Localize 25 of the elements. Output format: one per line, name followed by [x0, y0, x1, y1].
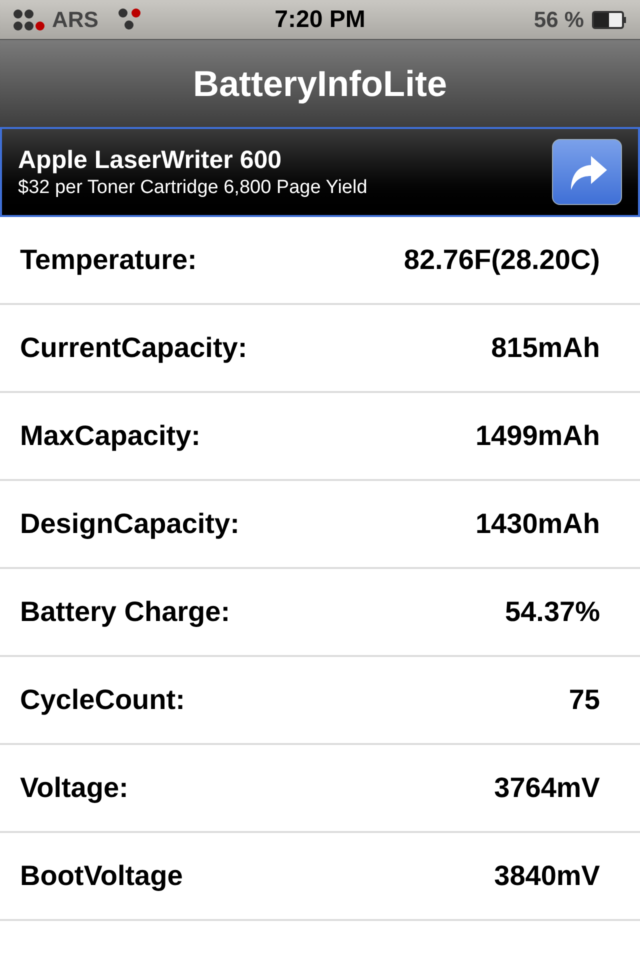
- battery-percent: 56 %: [534, 6, 584, 34]
- row-label: CurrentCapacity:: [20, 331, 248, 365]
- row-label: Battery Charge:: [20, 595, 230, 629]
- row-label: Voltage:: [20, 771, 128, 805]
- row-value: 82.76F(28.20C): [404, 243, 600, 277]
- carrier-name: ARS: [52, 6, 98, 34]
- ad-title: Apple LaserWriter 600: [18, 144, 283, 176]
- row-label: CycleCount:: [20, 683, 185, 717]
- row-value: 1430mAh: [475, 507, 600, 541]
- share-button[interactable]: [552, 139, 622, 205]
- row-value: 3764mV: [494, 771, 600, 805]
- row-value: 815mAh: [491, 331, 600, 365]
- row-value: 75: [568, 683, 600, 717]
- status-time: 7:20 PM: [274, 4, 366, 34]
- row-label: Temperature:: [20, 243, 197, 277]
- ad-subtitle: $32 per Toner Cartridge 6,800 Page Yield: [18, 176, 368, 200]
- row-value: 54.37%: [505, 595, 600, 629]
- row-label: BootVoltage: [20, 859, 183, 893]
- battery-icon: [592, 10, 628, 28]
- row-value: 1499mAh: [475, 419, 600, 453]
- row-value: 3840mV: [494, 859, 600, 893]
- row-label: DesignCapacity:: [20, 507, 240, 541]
- row-label: MaxCapacity:: [20, 419, 201, 453]
- nav-title: BatteryInfoLite: [192, 62, 448, 106]
- ad-banner[interactable]: Apple LaserWriter 600 $32 per Toner Cartridge 6,800 Page Yield: [0, 127, 640, 217]
